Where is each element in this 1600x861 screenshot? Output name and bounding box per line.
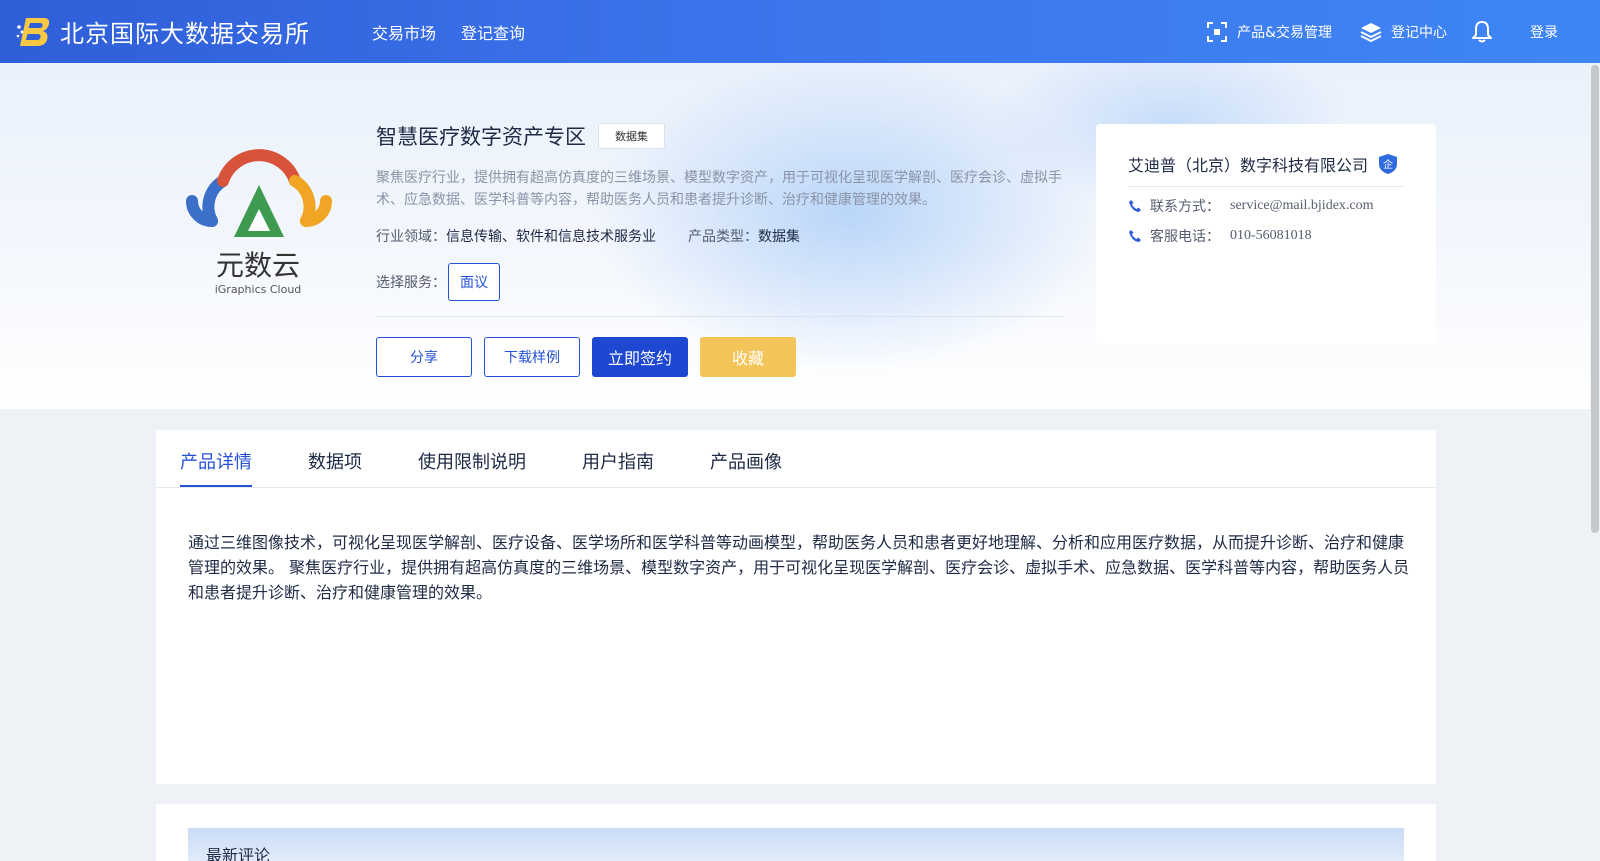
comments-panel: 最新评论 <box>156 804 1436 861</box>
layers-icon <box>1360 22 1382 42</box>
contact-email-row: 联系方式： service@mail.bjidex.com <box>1128 196 1374 216</box>
header-actions: 产品&交易管理 登记中心 登录 <box>1206 0 1600 63</box>
favorite-button[interactable]: 收藏 <box>700 337 796 377</box>
page-scrollbar[interactable] <box>1590 63 1600 861</box>
contact-label: 联系方式： <box>1150 199 1220 215</box>
nav-item-registration-query[interactable]: 登记查询 <box>461 20 525 44</box>
products-trading-management-label: 产品&交易管理 <box>1237 24 1332 41</box>
product-description: 聚焦医疗行业，提供拥有超高仿真度的三维场景、模型数字资产，用于可视化呈现医学解剖… <box>376 170 1062 208</box>
product-type-value: 数据集 <box>758 229 800 245</box>
products-trading-management-link[interactable]: 产品&交易管理 <box>1206 21 1332 43</box>
sign-now-button[interactable]: 立即签约 <box>592 337 688 377</box>
phone-label: 客服电话： <box>1150 229 1220 245</box>
phone-icon <box>1129 230 1141 242</box>
company-name[interactable]: 艾迪普（北京）数字科技有限公司 <box>1128 152 1368 176</box>
brand-name: 北京国际大数据交易所 <box>60 20 310 48</box>
register-center-label: 登记中心 <box>1391 24 1447 41</box>
scrollbar-thumb[interactable] <box>1591 65 1599 533</box>
product-detail-text: 通过三维图像技术，可视化呈现医学解剖、医疗设备、医学场所和医学科普等动画模型，帮… <box>188 533 1410 602</box>
service-option-negotiable[interactable]: 面议 <box>448 263 500 301</box>
product-type-label: 产品类型： <box>688 229 758 245</box>
comments-heading: 最新评论 <box>188 828 1404 861</box>
scan-frame-icon <box>1207 21 1228 42</box>
tab-product-details[interactable]: 产品详情 <box>180 430 252 487</box>
notifications-button[interactable] <box>1471 20 1493 44</box>
product-title: 智慧医疗数字资产专区 <box>376 125 586 149</box>
product-type-tag: 数据集 <box>598 123 665 149</box>
nav-item-trading-market[interactable]: 交易市场 <box>372 20 436 44</box>
enterprise-shield-icon: 企 <box>1379 154 1398 174</box>
login-link[interactable]: 登录 <box>1530 22 1558 42</box>
meta-spacer <box>656 226 688 246</box>
product-info: 智慧医疗数字资产专区 数据集 聚焦医疗行业，提供拥有超高仿真度的三维场景、模型数… <box>376 121 1066 301</box>
company-divider <box>1128 186 1404 187</box>
product-logo-subtext: iGraphics Cloud <box>215 283 302 296</box>
hero-divider <box>376 316 1064 317</box>
enterprise-badge-text: 企 <box>1383 158 1393 171</box>
bell-icon <box>1472 20 1492 42</box>
share-button[interactable]: 分享 <box>376 337 472 377</box>
contact-phone-row: 客服电话： 010-56081018 <box>1128 226 1312 246</box>
product-meta: 行业领域： 信息传输、软件和信息技术服务业 产品类型： 数据集 <box>376 226 1066 246</box>
detail-tabs: 产品详情 数据项 使用限制说明 用户指南 产品画像 <box>156 430 1436 488</box>
industry-label: 行业领域： <box>376 229 446 245</box>
tab-usage-restrictions[interactable]: 使用限制说明 <box>418 430 526 487</box>
download-sample-button[interactable]: 下载样例 <box>484 337 580 377</box>
tab-data-items[interactable]: 数据项 <box>308 430 362 487</box>
tab-product-profile[interactable]: 产品画像 <box>710 430 782 487</box>
product-detail-panel: 产品详情 数据项 使用限制说明 用户指南 产品画像 通过三维图像技术，可视化呈现… <box>156 430 1436 784</box>
service-label: 选择服务： <box>376 275 446 291</box>
tab-user-guide[interactable]: 用户指南 <box>582 430 654 487</box>
product-logo: 元数云 iGraphics Cloud <box>186 149 332 296</box>
top-navigation-bar: 北京国际大数据交易所 交易市场 登记查询 产品&交易管理 登记中心 登录 <box>0 0 1600 63</box>
brand[interactable]: 北京国际大数据交易所 <box>16 14 310 49</box>
company-name-row: 艾迪普（北京）数字科技有限公司 企 <box>1128 152 1398 176</box>
bjidex-logo-icon <box>16 17 50 46</box>
product-logo-text: 元数云 <box>216 249 300 282</box>
service-selector: 选择服务： 面议 <box>376 263 1066 301</box>
register-center-link[interactable]: 登记中心 <box>1360 21 1447 43</box>
contact-email[interactable]: service@mail.bjidex.com <box>1230 198 1374 214</box>
product-title-row: 智慧医疗数字资产专区 数据集 <box>376 121 1066 151</box>
industry-value: 信息传输、软件和信息技术服务业 <box>446 229 656 245</box>
product-actions: 分享 下载样例 立即签约 收藏 <box>376 337 808 377</box>
main-nav: 交易市场 登记查询 <box>372 20 550 44</box>
product-hero: 元数云 iGraphics Cloud 智慧医疗数字资产专区 数据集 聚焦医疗行… <box>0 63 1590 409</box>
company-card: 艾迪普（北京）数字科技有限公司 企 联系方式： service@mail.bji… <box>1096 124 1436 344</box>
phone-icon <box>1129 200 1141 212</box>
phone-number: 010-56081018 <box>1230 228 1312 243</box>
